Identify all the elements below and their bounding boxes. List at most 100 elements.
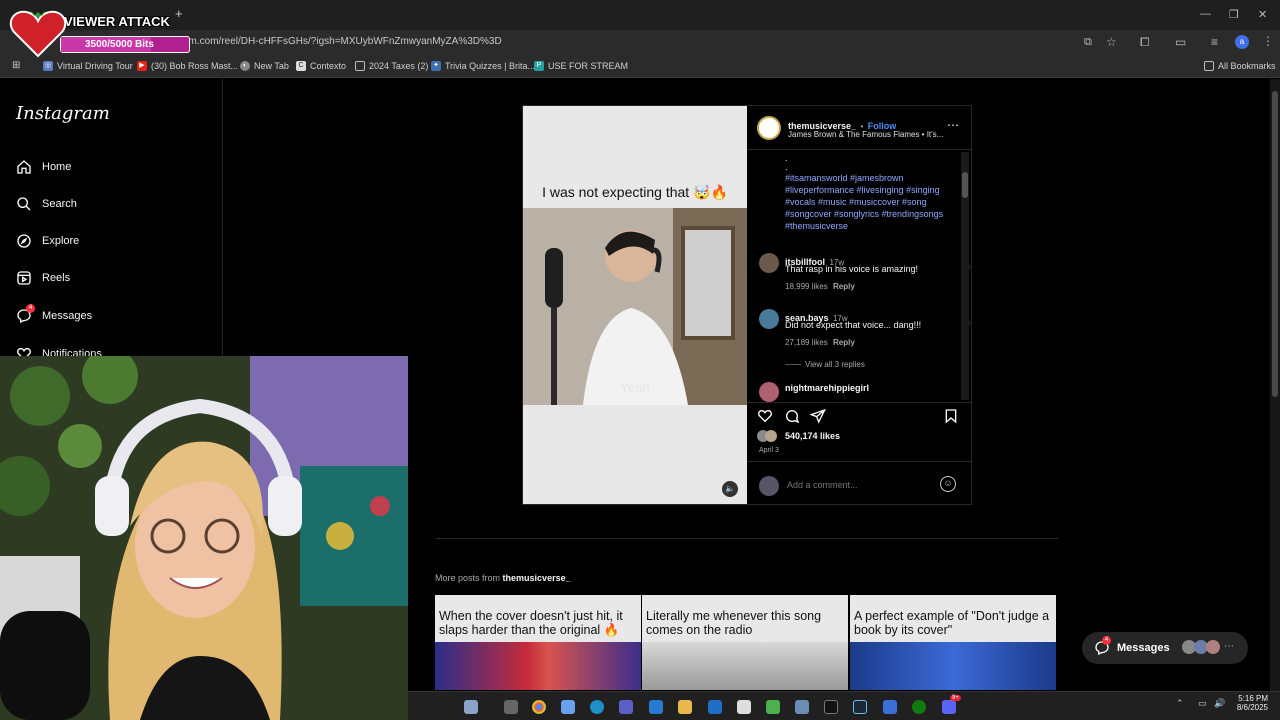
app-icon[interactable] — [883, 700, 897, 714]
comment-username[interactable]: nightmarehippiegirl — [785, 383, 869, 393]
contact-avatar — [1206, 640, 1220, 654]
bookmark-star-icon[interactable]: ☆ — [1106, 35, 1117, 49]
comment-likes[interactable]: 27,189 likes — [785, 338, 828, 347]
volume-icon[interactable]: 🔊 — [1214, 698, 1225, 709]
calculator-icon[interactable] — [737, 700, 751, 714]
sidebar-item-messages[interactable]: 4 Messages — [16, 304, 92, 324]
audio-track[interactable]: James Brown & The Famous Flames • It's..… — [788, 130, 943, 139]
all-bookmarks[interactable]: All Bookmarks — [1204, 61, 1276, 71]
tray-chevron-icon[interactable]: ⌃ — [1176, 698, 1184, 709]
discord-icon[interactable]: 9+ — [942, 695, 961, 714]
sidebar-item-label: Search — [42, 198, 77, 210]
comment-likes[interactable]: 18,999 likes — [785, 282, 828, 291]
bookmark-item[interactable]: ◐ New Tab — [240, 61, 289, 71]
more-posts-label: More posts from — [435, 573, 501, 583]
clock-date: 8/6/2025 — [1236, 703, 1268, 712]
sidebar-item-search[interactable]: Search — [16, 196, 77, 212]
more-post-thumbnail[interactable]: When the cover doesn't just hit, it slap… — [435, 595, 641, 690]
discord-badge: 9+ — [950, 695, 961, 701]
store-icon[interactable] — [649, 700, 663, 714]
webcam-image — [0, 356, 408, 720]
viewer-attack-title: VIEWER ATTACK — [64, 14, 170, 29]
sidebar-item-home[interactable]: Home — [16, 159, 71, 175]
comments-scrollbar[interactable] — [961, 152, 969, 400]
reply-button[interactable]: Reply — [833, 338, 855, 347]
close-window-button[interactable]: ✕ — [1258, 8, 1267, 21]
instagram-logo[interactable]: Instagram — [16, 103, 110, 124]
xbox-icon[interactable] — [912, 700, 926, 714]
sidebar-item-reels[interactable]: Reels — [16, 270, 70, 286]
outlook-icon[interactable] — [708, 700, 722, 714]
messages-floating-button[interactable]: 4 Messages ⋯ — [1082, 632, 1248, 664]
comment-icon[interactable] — [784, 408, 800, 424]
bookmark-item[interactable]: ✦ Trivia Quizzes | Brita... — [431, 61, 535, 71]
more-posts-author[interactable]: themusicverse_ — [503, 573, 571, 583]
chrome-icon[interactable] — [532, 700, 546, 714]
address-bar[interactable]: am.com/reel/DH-cHFFsGHs/?igsh=MXUybWFnZm… — [0, 30, 1280, 56]
like-icon[interactable] — [757, 408, 773, 424]
restore-button[interactable]: ❐ — [1229, 8, 1239, 21]
scrollbar-thumb[interactable] — [962, 172, 968, 198]
widgets-icon[interactable] — [464, 700, 478, 714]
hashtags[interactable]: #itsamansworld #jamesbrown #liveperforma… — [785, 172, 955, 232]
bookmark-item[interactable]: ◎ Virtual Driving Tour — [43, 61, 133, 71]
commenter-avatar[interactable] — [759, 382, 779, 402]
clock[interactable]: 5:16 PM 8/6/2025 — [1228, 694, 1268, 712]
url-text[interactable]: am.com/reel/DH-cHFFsGHs/?igsh=MXUybWFnZm… — [183, 36, 502, 47]
messages-icon: 4 — [1094, 636, 1111, 656]
minimize-button[interactable]: — — [1200, 8, 1211, 20]
bookmark-item[interactable]: 2024 Taxes (2) — [355, 61, 428, 71]
capcut-icon[interactable] — [824, 700, 838, 714]
sidebar-item-label: Reels — [42, 272, 71, 284]
comment-text: That rasp in his voice is amazing! — [785, 264, 919, 274]
britannica-icon: ✦ — [431, 61, 441, 71]
more-post-thumbnail[interactable]: Literally me whenever this song comes on… — [642, 595, 848, 690]
save-icon[interactable] — [943, 408, 959, 424]
split-view-icon[interactable]: ▭ — [1175, 35, 1186, 49]
view-replies[interactable]: View all 3 replies — [785, 360, 865, 369]
steam-icon[interactable] — [853, 700, 867, 714]
extensions-icon[interactable]: ⧠ — [1140, 35, 1150, 50]
author-avatar[interactable] — [757, 116, 781, 140]
thumbnail-image — [642, 642, 848, 690]
sidebar-item-explore[interactable]: Explore — [16, 233, 79, 249]
media-icon[interactable]: ≡ — [1211, 35, 1218, 49]
mute-button[interactable]: 🔈 — [722, 481, 738, 497]
messages-badge: 4 — [1102, 636, 1111, 645]
bookmark-item[interactable]: P USE FOR STREAM — [534, 61, 628, 71]
copilot-icon[interactable] — [561, 700, 575, 714]
edge-icon[interactable] — [590, 700, 604, 714]
windows-taskbar: 9+ ⌃ ▭ 🔊 5:16 PM 8/6/2025 — [408, 691, 1280, 720]
page-scrollbar[interactable] — [1270, 79, 1280, 691]
reel-media[interactable]: I was not expecting that 🤯🔥 Yeah 🔈 — [523, 106, 747, 504]
singer-image — [523, 208, 747, 405]
bookmark-item[interactable]: C Contexto — [296, 61, 346, 71]
globe-icon: ◎ — [43, 61, 53, 71]
more-options-icon[interactable]: ⋯ — [947, 118, 959, 132]
emoji-icon[interactable]: ☺ — [940, 476, 956, 492]
install-app-icon[interactable]: ⧉ — [1084, 36, 1092, 49]
page-scrollbar-thumb[interactable] — [1272, 91, 1278, 397]
folder-icon — [1204, 61, 1214, 71]
like-count[interactable]: 540,174 likes — [785, 431, 840, 441]
commenter-avatar[interactable] — [759, 309, 779, 329]
file-explorer-icon[interactable] — [678, 700, 692, 714]
reel-post: I was not expecting that 🤯🔥 Yeah 🔈 themu… — [522, 105, 972, 505]
commenter-avatar[interactable] — [759, 253, 779, 273]
reply-button[interactable]: Reply — [833, 282, 855, 291]
more-post-thumbnail[interactable]: A perfect example of "Don't judge a book… — [850, 595, 1056, 690]
youtube-icon: ▶ — [137, 61, 147, 71]
bookmark-item[interactable]: ▶ (30) Bob Ross Mast... — [137, 61, 238, 71]
bookmarks-bar: ⊞ ◎ Virtual Driving Tour ▶ (30) Bob Ross M… — [0, 56, 1280, 78]
browser-menu-icon[interactable]: ⋮ — [1262, 34, 1274, 48]
share-icon[interactable] — [810, 408, 826, 424]
video-frame[interactable] — [523, 208, 747, 405]
network-icon[interactable]: ▭ — [1198, 698, 1207, 709]
file-icon[interactable] — [504, 700, 518, 714]
apps-grid-icon[interactable]: ⊞ — [12, 60, 20, 71]
app-icon[interactable] — [795, 700, 809, 714]
app-icon[interactable] — [766, 700, 780, 714]
comment-input[interactable] — [787, 478, 937, 492]
teams-icon[interactable] — [619, 700, 633, 714]
profile-avatar[interactable]: a — [1235, 35, 1249, 49]
